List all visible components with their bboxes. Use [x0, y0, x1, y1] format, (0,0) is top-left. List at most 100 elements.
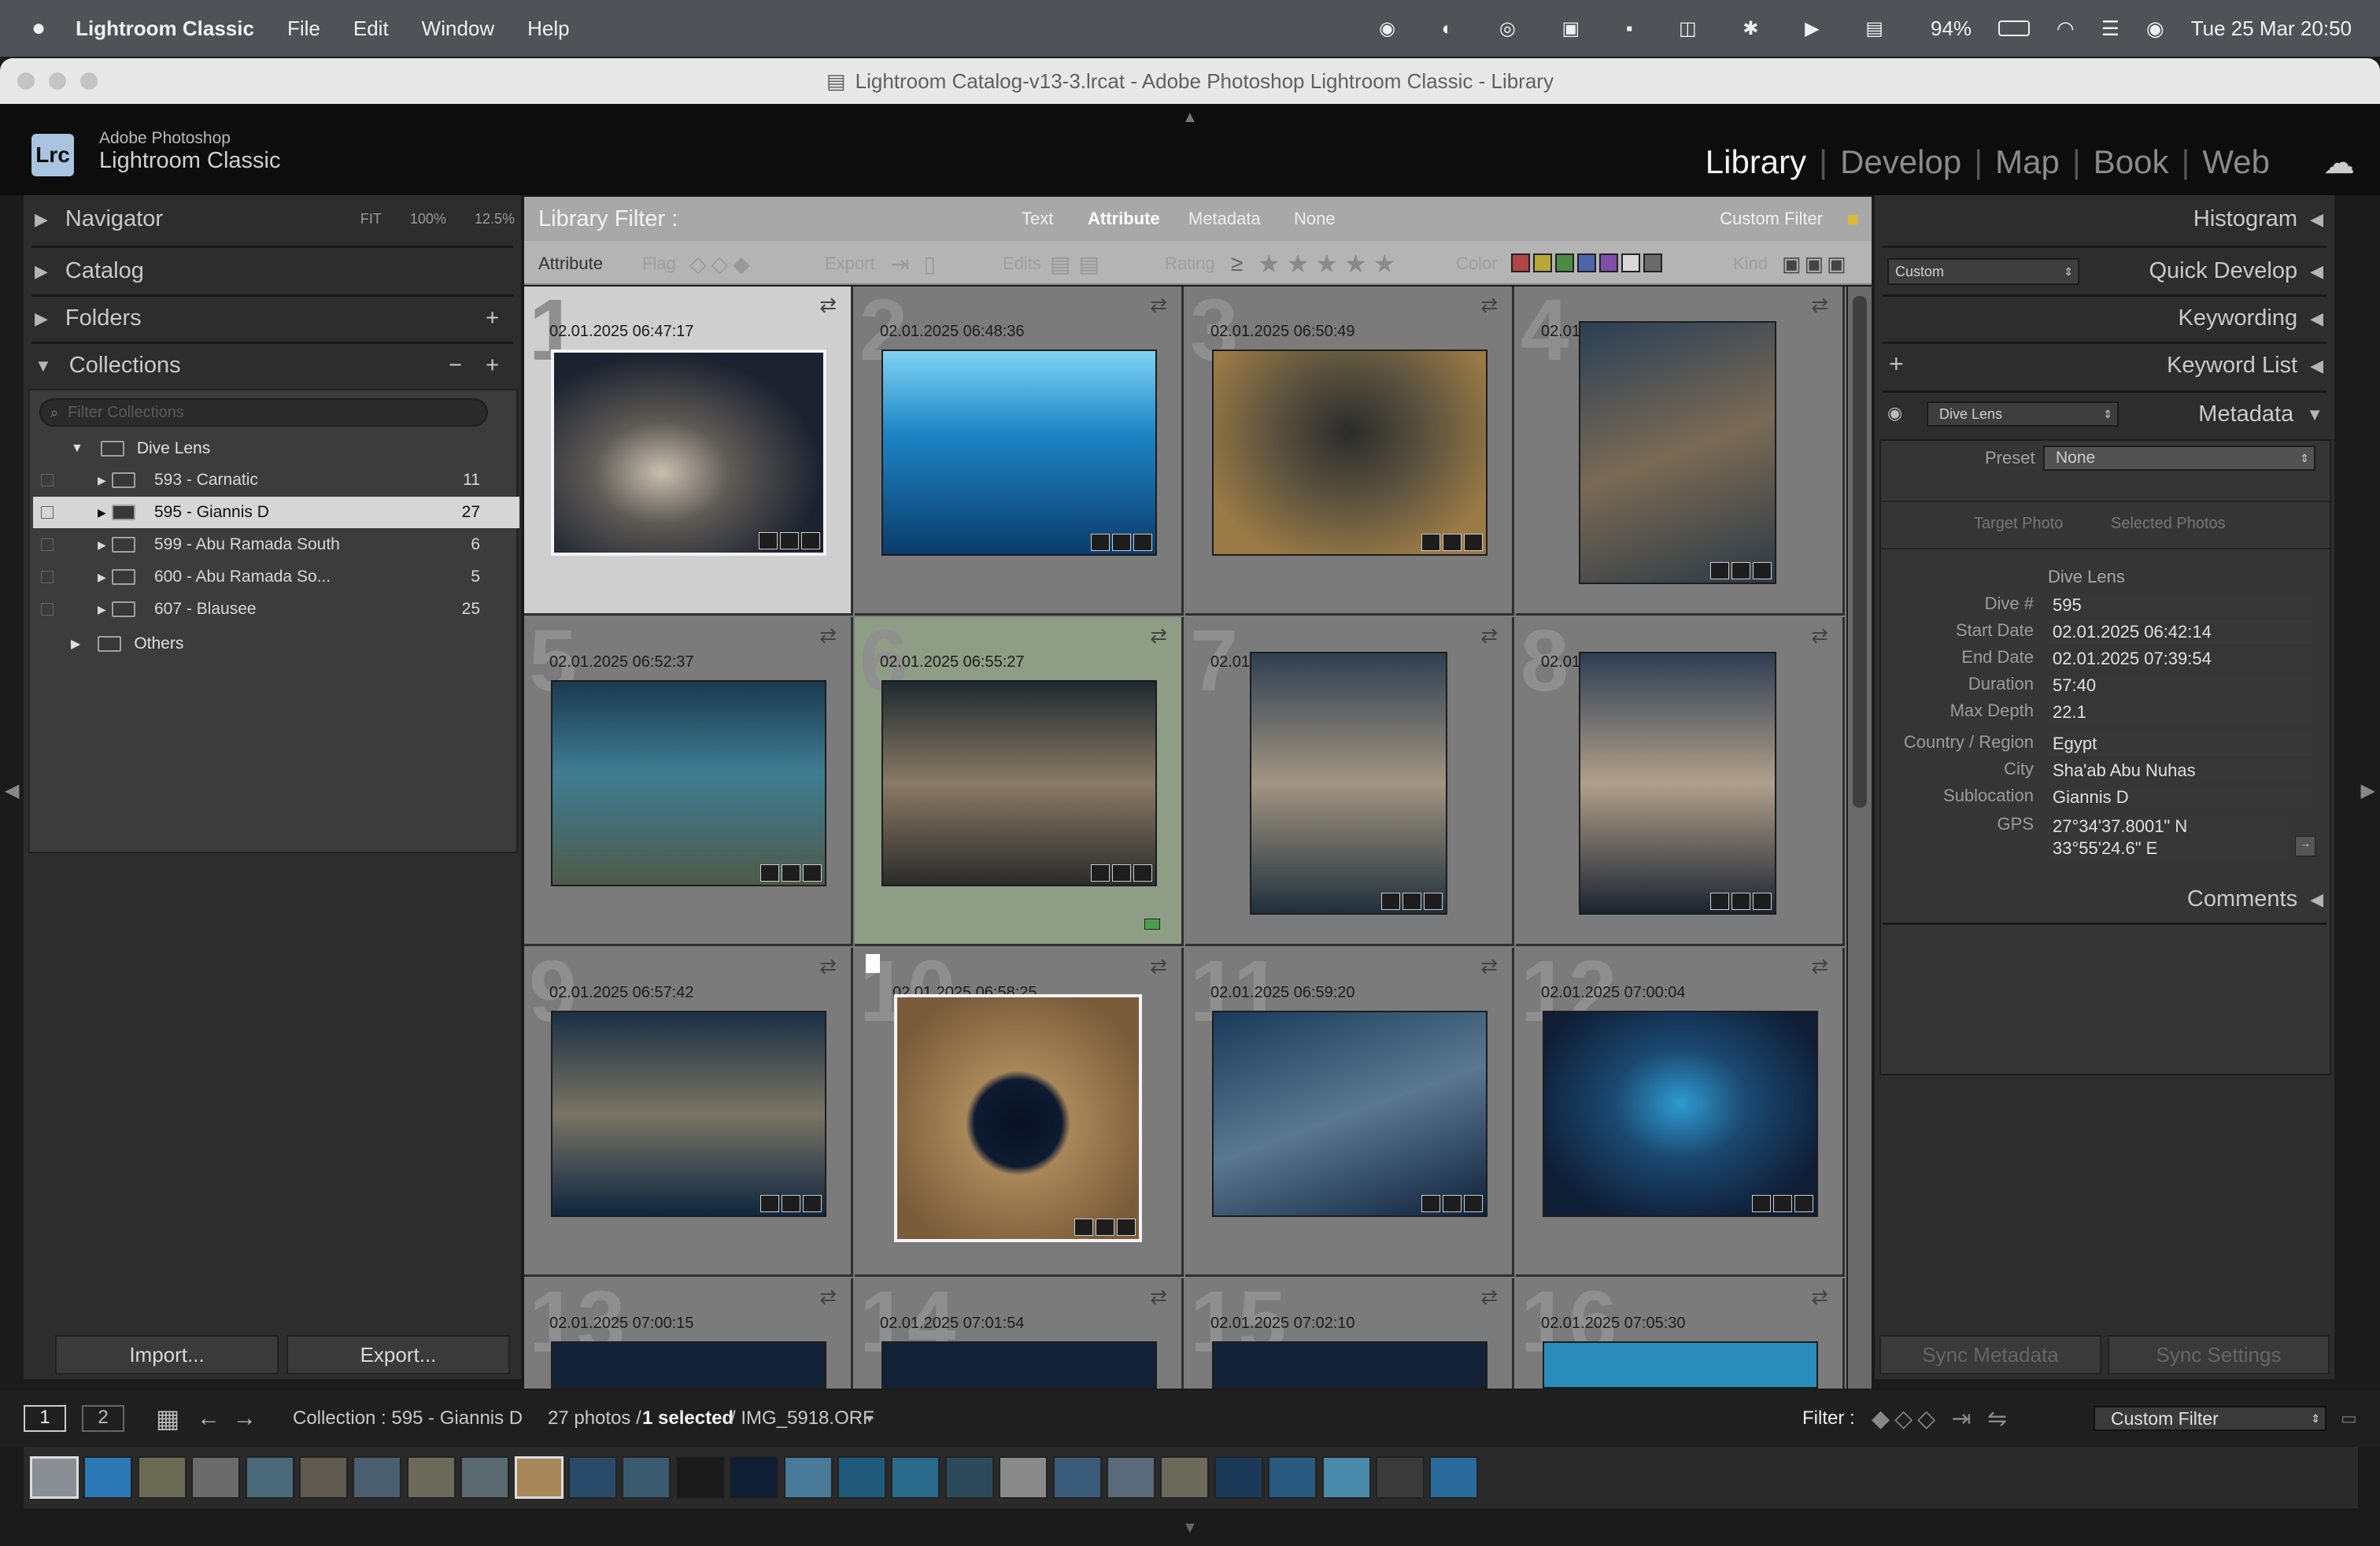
photo-thumbnail[interactable] [1579, 652, 1776, 915]
filmstrip-thumbnail[interactable] [245, 1456, 294, 1499]
wifi-icon[interactable]: ◠ [2057, 17, 2075, 41]
flag-filter-icons[interactable]: ◇◇◆ [689, 251, 755, 277]
minimize-button[interactable] [49, 72, 66, 90]
filmstrip-thumbnail[interactable] [837, 1456, 886, 1499]
rotate-icon[interactable]: ⇄ [819, 623, 837, 648]
grid-cell[interactable]: 1 02.01.2025 06:47:17 ⇄ [524, 287, 853, 616]
color-swatch[interactable] [1599, 253, 1618, 272]
field-value[interactable]: 595 [2048, 594, 2315, 617]
filmstrip-thumbnail[interactable] [514, 1456, 564, 1499]
filmstrip-thumbnail[interactable] [568, 1456, 617, 1499]
color-swatch[interactable] [1577, 253, 1596, 272]
comments-header[interactable]: Comments ◀ [2187, 886, 2323, 912]
grid-scrollbar-thumb[interactable] [1853, 296, 1867, 808]
grid-cell[interactable]: 4 02.01.2025 06:51:55 ⇄ [1516, 287, 1845, 616]
rotate-icon[interactable]: ⇄ [819, 954, 837, 978]
expand-triangle-icon[interactable]: ▶ [98, 506, 106, 520]
lock-icon[interactable]: ■ [1846, 207, 1859, 231]
apple-icon[interactable]: ● [31, 15, 46, 42]
rating-stars[interactable]: ★★★★★ [1258, 249, 1402, 279]
filmstrip-thumbnail[interactable] [460, 1456, 510, 1499]
checkbox[interactable] [41, 538, 54, 551]
filmstrip-thumbnail[interactable] [1052, 1456, 1102, 1499]
filmstrip-thumbnail[interactable] [1321, 1456, 1371, 1499]
keywording-header[interactable]: Keywording ◀ [2179, 305, 2323, 331]
rotate-icon[interactable]: ⇄ [1150, 1285, 1167, 1309]
histogram-header[interactable]: Histogram ◀ [2193, 206, 2323, 232]
flag-icon[interactable] [866, 954, 880, 973]
filmstrip-lock-icon[interactable]: ▭ [2341, 1408, 2357, 1429]
collapse-triangle-icon[interactable]: ▼ [71, 442, 83, 456]
grid-cell[interactable]: 12 02.01.2025 07:00:04 ⇄ [1516, 943, 1845, 1277]
filmstrip-thumbnail[interactable] [1214, 1456, 1263, 1499]
sync-metadata-button[interactable]: Sync Metadata [1879, 1335, 2101, 1374]
siri-icon[interactable]: ◉ [2146, 17, 2164, 41]
selected-file[interactable]: / IMG_5918.ORF [730, 1407, 874, 1429]
filmstrip-thumbnail[interactable] [1268, 1456, 1318, 1499]
grid-cell[interactable]: 6 02.01.2025 06:55:27 ⇄ [855, 612, 1184, 946]
checkbox[interactable] [41, 474, 54, 486]
color-swatch[interactable] [1533, 253, 1552, 272]
rotate-icon[interactable]: ⇄ [1150, 623, 1167, 648]
sync-settings-button[interactable]: Sync Settings [2108, 1335, 2330, 1374]
catalog-header[interactable]: ▶ Catalog [35, 258, 144, 284]
filter-tab-attribute[interactable]: Attribute [1088, 209, 1160, 229]
module-book[interactable]: Book [2094, 143, 2169, 181]
rotate-icon[interactable]: ⇄ [1811, 1285, 1828, 1309]
grid-cell[interactable]: 8 02.01.2025 06:56:58 ⇄ [1516, 612, 1845, 946]
rotate-icon[interactable]: ⇄ [1480, 293, 1498, 317]
collection-item[interactable]: ▶ 599 - Abu Ramada South 6 [33, 529, 519, 560]
expand-triangle-icon[interactable]: ▶ [71, 636, 80, 652]
photo-thumbnail[interactable] [881, 679, 1157, 886]
rotate-icon[interactable]: ⇄ [1150, 954, 1167, 978]
collection-item[interactable]: ▶ 595 - Giannis D 27 [33, 497, 519, 528]
photo-thumbnail[interactable] [1212, 1010, 1488, 1217]
left-panel-arrow-icon[interactable]: ◀ [5, 779, 19, 802]
filter-tab-text[interactable]: Text [1022, 209, 1053, 229]
status-icons[interactable]: ◉ ◐ ◎ ▣ ▪ ◫ ✱ ▶ ▤ [1379, 17, 1904, 40]
grid-cell[interactable]: 2 02.01.2025 06:48:36 ⇄ [855, 287, 1184, 616]
menu-edit[interactable]: Edit [353, 17, 389, 41]
rotate-icon[interactable]: ⇄ [819, 1285, 837, 1309]
close-button[interactable] [17, 72, 35, 90]
photo-thumbnail[interactable] [551, 1341, 826, 1389]
filmstrip-thumbnail[interactable] [944, 1456, 994, 1499]
filmstrip-thumbnail[interactable] [83, 1456, 133, 1499]
photo-thumbnail[interactable] [1543, 1341, 1818, 1389]
color-swatch[interactable] [1621, 253, 1640, 272]
grid-cell[interactable]: 10 02.01.2025 06:58:25 ⇄ [855, 943, 1184, 1277]
collections-header[interactable]: ▼ Collections − + [35, 353, 507, 379]
edits-filter-icons[interactable]: ▤▤ [1050, 251, 1107, 277]
filmstrip-thumbnail[interactable] [353, 1456, 402, 1499]
filmstrip-thumbnail[interactable] [999, 1456, 1048, 1499]
field-value[interactable]: 22.1 [2048, 701, 2315, 724]
remove-collection-icon[interactable]: − [449, 353, 462, 379]
zoom-100[interactable]: 100% [410, 211, 446, 227]
collection-set-dive-lens[interactable]: ▼ Dive Lens [71, 433, 210, 464]
color-swatch[interactable] [1555, 253, 1574, 272]
collection-item[interactable]: ▶ 600 - Abu Ramada So... 5 [33, 561, 519, 593]
photo-thumbnail[interactable] [551, 679, 826, 886]
rotate-icon[interactable]: ⇄ [1811, 623, 1828, 648]
expand-triangle-icon[interactable]: ▶ [98, 538, 106, 552]
color-swatch[interactable] [1511, 253, 1530, 272]
rating-operator[interactable]: ≥ [1231, 251, 1243, 276]
add-folder-icon[interactable]: + [486, 305, 499, 331]
metadata-header[interactable]: Metadata ▼ [2198, 401, 2323, 427]
grid-scrollbar[interactable] [1848, 287, 1872, 1389]
photo-thumbnail[interactable] [1543, 1010, 1818, 1217]
collection-item[interactable]: ▶ 593 - Carnatic 11 [33, 464, 519, 496]
quick-develop-header[interactable]: Quick Develop ◀ [2149, 258, 2323, 284]
source-path[interactable]: Collection : 595 - Giannis D [293, 1407, 523, 1429]
checkbox[interactable] [41, 603, 54, 616]
module-web[interactable]: Web [2202, 143, 2270, 181]
navigator-header[interactable]: ▶ Navigator FIT 100% 12.5% [35, 206, 515, 232]
grid-cell[interactable]: 15 02.01.2025 07:02:10 ⇄ [1185, 1274, 1514, 1389]
checkbox[interactable] [41, 506, 54, 519]
collection-set-others[interactable]: ▶ Others [71, 628, 183, 660]
metadata-set-select[interactable]: Dive Lens ⇕ [1927, 401, 2119, 427]
screen-1-button[interactable]: 1 [24, 1405, 66, 1432]
menu-help[interactable]: Help [527, 17, 569, 41]
menu-app[interactable]: Lightroom Classic [76, 17, 254, 41]
field-value[interactable]: Egypt [2048, 732, 2315, 756]
